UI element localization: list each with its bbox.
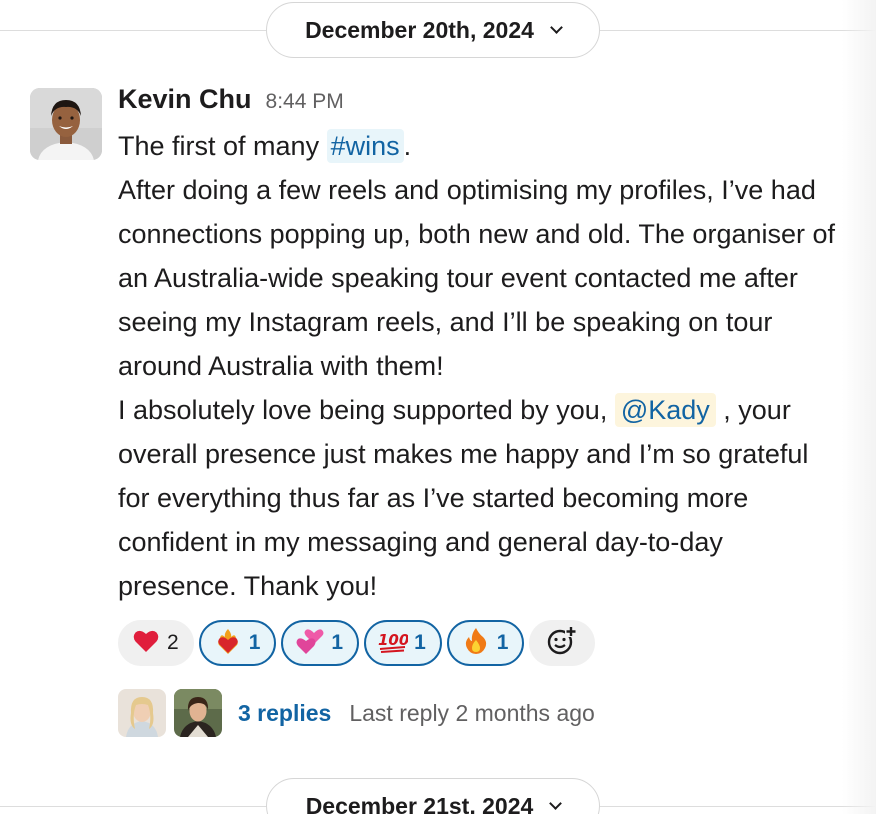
avatar (118, 689, 166, 737)
chevron-down-icon (549, 796, 563, 810)
reaction-count: 1 (414, 631, 426, 654)
hundred-points-icon: 100 (378, 628, 409, 658)
date-label: December 21st, 2024 (305, 792, 534, 814)
text-segment: . (403, 131, 412, 161)
text-segment: The first of many (118, 131, 327, 161)
reaction-count: 2 (167, 631, 179, 654)
reaction-heart[interactable]: 2 (118, 620, 194, 666)
date-label: December 20th, 2024 (305, 16, 534, 43)
user-mention[interactable]: @Kady (614, 393, 716, 427)
heart-icon (131, 629, 161, 657)
reaction-hundred-points[interactable]: 100 1 (364, 620, 442, 666)
message-header: Kevin Chu 8:44 PM (118, 84, 846, 124)
date-jump-button[interactable]: December 20th, 2024 (266, 2, 600, 58)
date-divider-bottom: December 21st, 2024 (0, 776, 876, 814)
message-content: Kevin Chu 8:44 PM The first of many #win… (118, 84, 846, 738)
avatar (174, 689, 222, 737)
two-hearts-icon (295, 627, 325, 659)
message-line-1: The first of many #wins. (118, 124, 846, 168)
reaction-heart-on-fire[interactable]: 1 (198, 620, 277, 666)
reaction-count: 1 (496, 631, 509, 654)
reaction-count: 1 (248, 631, 261, 654)
thread-summary[interactable]: 3 replies Last reply 2 months ago (118, 688, 846, 738)
add-emoji-icon (546, 626, 578, 661)
scroll-edge-shadow (842, 0, 876, 814)
chevron-down-icon (550, 20, 563, 34)
date-divider-top: December 20th, 2024 (0, 0, 876, 60)
heart-on-fire-icon (213, 627, 243, 659)
reaction-bar: 2 1 1 100 1 1 (118, 620, 846, 668)
message-paragraph: I absolutely love being supported by you… (118, 388, 846, 608)
channel-link[interactable]: #wins (326, 129, 404, 163)
text-segment: I absolutely love being supported by you… (118, 395, 615, 425)
date-jump-button[interactable]: December 21st, 2024 (266, 778, 600, 814)
add-reaction-button[interactable] (529, 620, 596, 666)
message-paragraph: After doing a few reels and optimising m… (118, 175, 836, 381)
slack-channel-view: December 20th, 2024 Kevin Chu 8:44 PM Th… (0, 0, 876, 814)
message-text: The first of many #wins. After doing a f… (118, 124, 846, 608)
reaction-two-hearts[interactable]: 1 (281, 620, 360, 666)
last-reply-text: Last reply 2 months ago (349, 699, 595, 726)
author-name[interactable]: Kevin Chu (118, 84, 252, 115)
reaction-fire[interactable]: 1 (446, 620, 525, 666)
message-timestamp[interactable]: 8:44 PM (266, 90, 344, 114)
replies-link[interactable]: 3 replies (238, 700, 331, 727)
reaction-count: 1 (331, 631, 344, 654)
avatar[interactable] (30, 88, 102, 160)
fire-icon (461, 627, 491, 659)
